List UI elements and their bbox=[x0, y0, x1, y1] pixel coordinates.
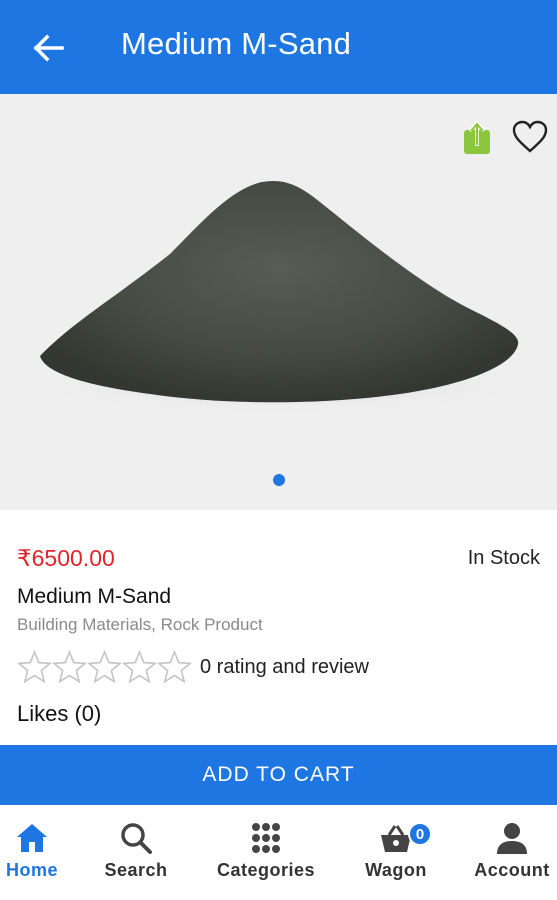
stock-status: In Stock bbox=[467, 547, 540, 569]
likes-count: Likes (0) bbox=[17, 701, 102, 726]
person-icon bbox=[497, 823, 527, 854]
heart-outline-icon bbox=[512, 120, 548, 153]
back-button[interactable] bbox=[28, 30, 68, 66]
nav-item-account[interactable]: Account bbox=[467, 805, 557, 900]
search-icon bbox=[121, 823, 152, 854]
rating-stars[interactable] bbox=[17, 650, 192, 684]
grid-icon bbox=[252, 823, 280, 853]
nav-label-home: Home bbox=[5, 860, 58, 880]
star-outline-icon[interactable] bbox=[52, 650, 87, 684]
nav-item-categories[interactable]: Categories bbox=[206, 805, 326, 900]
star-outline-icon[interactable] bbox=[17, 650, 52, 684]
star-outline-icon[interactable] bbox=[87, 650, 122, 684]
product-name: Medium M-Sand bbox=[17, 585, 172, 608]
page-title: Medium M-Sand bbox=[121, 26, 352, 61]
star-outline-icon[interactable] bbox=[157, 650, 192, 684]
nav-item-search[interactable]: Search bbox=[98, 805, 174, 900]
favorite-button[interactable] bbox=[512, 120, 550, 156]
share-button[interactable] bbox=[459, 118, 497, 158]
cart-count-badge: 0 bbox=[408, 822, 432, 846]
product-detail-screen: Medium M-Sand ₹6500.00 In Stock Medium M… bbox=[0, 0, 557, 900]
nav-label-search: Search bbox=[104, 860, 168, 880]
bottom-navigation: Home Search Categories Wagon 0 Account bbox=[0, 805, 557, 900]
arrow-left-icon bbox=[33, 34, 64, 62]
nav-label-wagon: Wagon bbox=[365, 860, 427, 880]
product-price: ₹6500.00 bbox=[17, 545, 115, 571]
product-categories: Building Materials, Rock Product bbox=[17, 615, 263, 634]
star-outline-icon[interactable] bbox=[122, 650, 157, 684]
share-icon bbox=[464, 120, 490, 154]
home-icon bbox=[17, 824, 47, 852]
rating-summary: 0 rating and review bbox=[200, 656, 369, 678]
app-bar: Medium M-Sand bbox=[0, 0, 557, 94]
nav-item-wagon[interactable]: Wagon bbox=[356, 805, 436, 900]
add-to-cart-button[interactable]: ADD TO CART bbox=[0, 745, 557, 805]
gallery-page-indicator[interactable] bbox=[273, 474, 285, 486]
nav-label-categories: Categories bbox=[216, 860, 316, 880]
nav-item-home[interactable]: Home bbox=[0, 805, 64, 900]
nav-label-account: Account bbox=[474, 860, 550, 880]
